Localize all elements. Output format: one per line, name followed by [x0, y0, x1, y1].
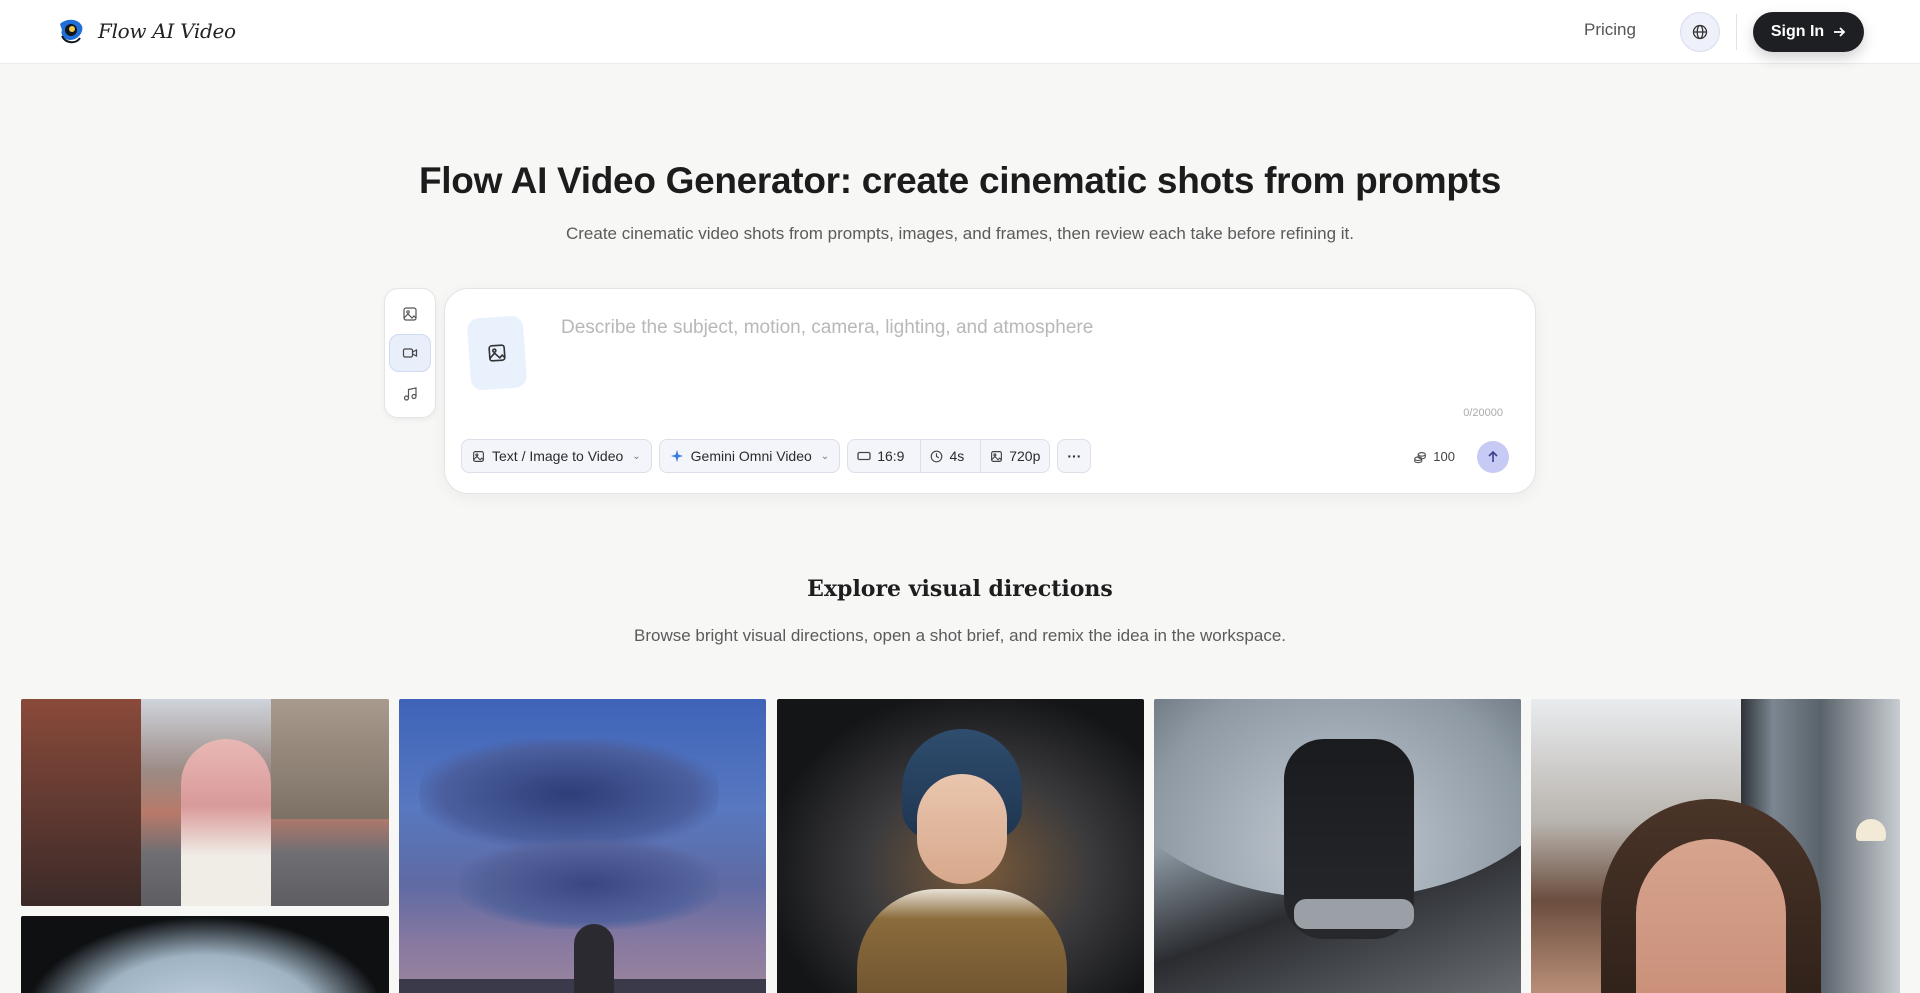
- explore-subtitle: Browse bright visual directions, open a …: [633, 626, 1286, 645]
- image-icon: [473, 450, 484, 462]
- page-title: Flow AI Video Generator: create cinemati…: [419, 160, 1501, 201]
- image-upload-icon: [488, 344, 506, 362]
- sign-in-label: Sign In: [1770, 23, 1825, 40]
- top-nav: Flow AI Video Pricing Sign In: [0, 0, 1920, 64]
- video-settings-group[interactable]: 16:9 4s 720p: [847, 439, 1051, 473]
- arrow-up-icon: [1488, 450, 1498, 462]
- page-subtitle: Create cinematic video shots from prompt…: [565, 224, 1355, 243]
- brand-name: Flow AI Video: [98, 19, 236, 43]
- logo-icon: [60, 19, 83, 44]
- mode-select[interactable]: Text / Image to Video ⌄: [461, 439, 652, 473]
- gallery-card-skateboard-jump[interactable]: [1154, 699, 1521, 993]
- prompt-composer: 0/20000 Text / Image to Video ⌄ Gemini O…: [444, 288, 1536, 494]
- sparkle-icon: [670, 449, 683, 463]
- image-icon: [991, 450, 1003, 462]
- mode-video-button[interactable]: [389, 334, 431, 372]
- language-button[interactable]: [1680, 12, 1720, 52]
- mode-select-label: Text / Image to Video: [492, 448, 624, 464]
- prompt-input[interactable]: [561, 317, 1501, 397]
- more-options-icon: ···: [1067, 448, 1082, 464]
- resolution-setting[interactable]: 720p: [980, 440, 1049, 472]
- aspect-ratio-setting[interactable]: 16:9: [848, 440, 913, 472]
- gallery-card-closeup-portrait[interactable]: [1531, 699, 1900, 993]
- aspect-ratio-icon: [857, 451, 871, 461]
- model-select[interactable]: Gemini Omni Video ⌄: [658, 439, 841, 473]
- coins-icon: [1414, 451, 1427, 463]
- sign-in-button[interactable]: Sign In: [1753, 12, 1864, 52]
- car-thumbnail: [1294, 899, 1414, 929]
- credit-count: 100: [1433, 449, 1455, 464]
- more-options-button[interactable]: ···: [1057, 439, 1092, 473]
- nav-divider: [1736, 14, 1737, 50]
- nav-pricing-link[interactable]: Pricing: [1584, 20, 1636, 40]
- music-icon: [403, 387, 417, 401]
- explore-heading: Explore visual directions: [807, 576, 1113, 602]
- globe-icon: [1692, 24, 1708, 40]
- pendant-lamp-thumbnail: [1856, 819, 1886, 841]
- clock-icon: [931, 450, 943, 462]
- duration-setting[interactable]: 4s: [920, 440, 973, 472]
- aspect-ratio-label: 16:9: [877, 448, 905, 464]
- chevron-down-icon: ⌄: [632, 450, 641, 462]
- char-counter: 0/20000: [1463, 407, 1503, 419]
- chevron-down-icon: ⌄: [820, 450, 830, 462]
- generation-mode-rail: [384, 288, 436, 418]
- duration-label: 4s: [949, 448, 965, 464]
- street-scene-thumbnail: [21, 699, 141, 906]
- generate-button[interactable]: [1477, 441, 1509, 473]
- image-icon: [403, 307, 417, 321]
- brand-logo[interactable]: Flow AI Video: [56, 16, 236, 46]
- gallery-card-fisheye-skater[interactable]: [21, 916, 389, 993]
- video-icon: [402, 348, 418, 358]
- arrow-right-icon: [1834, 27, 1846, 37]
- face-thumbnail: [917, 774, 1007, 884]
- building-thumbnail: [271, 699, 389, 819]
- figure-thumbnail: [574, 924, 614, 993]
- resolution-label: 720p: [1009, 448, 1041, 464]
- image-upload-button[interactable]: [466, 315, 528, 391]
- mode-music-button[interactable]: [389, 375, 431, 413]
- gallery-card-street-portrait[interactable]: [21, 699, 389, 906]
- garment-thumbnail: [857, 889, 1067, 993]
- face-thumbnail: [1636, 839, 1786, 993]
- cloud-thumbnail: [459, 839, 719, 929]
- mode-image-button[interactable]: [389, 295, 431, 333]
- cloud-thumbnail: [419, 739, 719, 849]
- model-select-label: Gemini Omni Video: [690, 448, 812, 464]
- credit-cost: 100: [1413, 449, 1455, 464]
- gallery-card-pearl-earring-portrait[interactable]: [777, 699, 1144, 993]
- generation-toolbar: Text / Image to Video ⌄ Gemini Omni Vide…: [461, 439, 1092, 473]
- gallery-card-cloud-landscape[interactable]: [399, 699, 766, 993]
- portrait-subject-thumbnail: [181, 739, 271, 906]
